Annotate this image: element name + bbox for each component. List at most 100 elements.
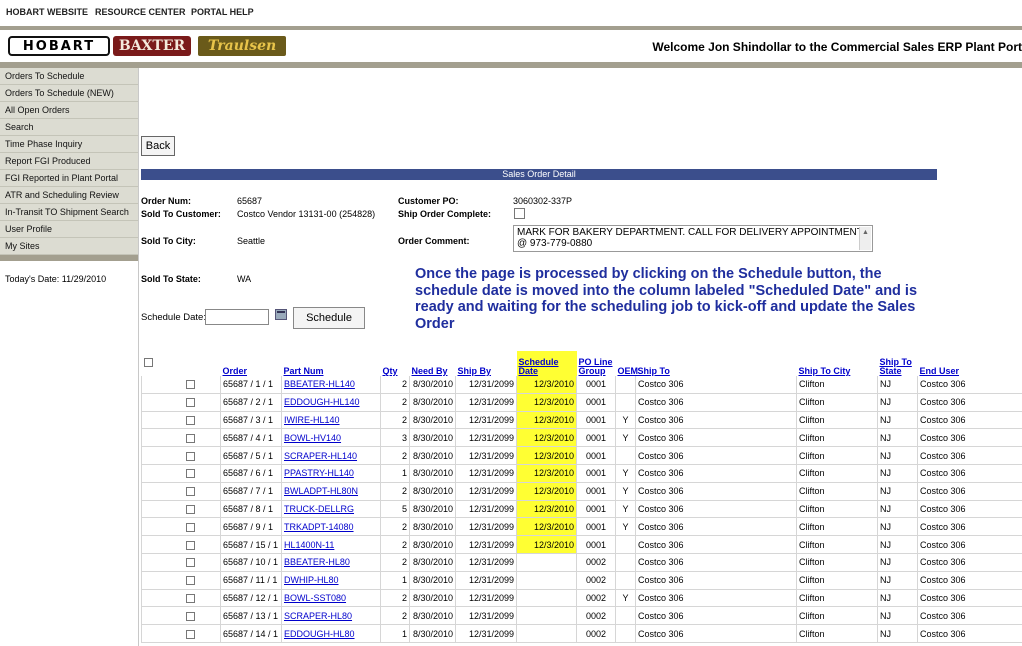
part-num-link[interactable]: BOWL-SST080 [284, 593, 346, 603]
sort-schedule-date-link[interactable]: Schedule Date [519, 357, 559, 376]
nav-link-hobart-website[interactable]: HOBART WEBSITE [6, 7, 88, 17]
sort-ship-to-link[interactable]: Ship To [638, 366, 670, 376]
header-part-num[interactable]: Part Num [282, 351, 381, 376]
part-num-link[interactable]: BBEATER-HL140 [284, 379, 355, 389]
row-ship-to-state: NJ [877, 500, 918, 519]
sidebar-item-fgi-reported[interactable]: FGI Reported in Plant Portal [0, 170, 138, 187]
header-order[interactable]: Order [221, 351, 282, 376]
part-num-link[interactable]: IWIRE-HL140 [284, 415, 340, 425]
header-oem[interactable]: OEM [616, 351, 639, 376]
part-num-link[interactable]: BBEATER-HL80 [284, 557, 350, 567]
sort-oem-link[interactable]: OEM [618, 366, 639, 376]
schedule-button[interactable]: Schedule [293, 307, 365, 329]
row-ship-to: Costco 306 [635, 571, 797, 590]
sort-order-link[interactable]: Order [223, 366, 248, 376]
header-ship-by[interactable]: Ship By [456, 351, 517, 376]
row-select-checkbox[interactable] [186, 594, 195, 604]
header-schedule-date[interactable]: Schedule Date [516, 351, 577, 376]
row-select-checkbox[interactable] [186, 540, 195, 550]
row-select-checkbox[interactable] [186, 380, 195, 390]
sort-ship-by-link[interactable]: Ship By [458, 366, 492, 376]
schedule-date-input[interactable] [205, 309, 269, 325]
row-ship-to: Costco 306 [635, 411, 797, 430]
sort-part-num-link[interactable]: Part Num [284, 366, 324, 376]
part-num-link[interactable]: TRUCK-DELLRG [284, 504, 354, 514]
row-end-user: Costco 306 [917, 411, 1022, 430]
part-num-link[interactable]: SCRAPER-HL80 [284, 611, 352, 621]
row-select-checkbox[interactable] [186, 522, 195, 532]
row-select-checkbox[interactable] [186, 558, 195, 568]
sidebar-item-search[interactable]: Search [0, 119, 138, 136]
sidebar-item-my-sites[interactable]: My Sites [0, 238, 138, 255]
header-ship-to-city[interactable]: Ship To City [797, 351, 878, 376]
sold-to-city-label: Sold To City: [141, 236, 196, 246]
row-ship-to-city: Clifton [796, 482, 878, 501]
row-select-checkbox[interactable] [186, 505, 195, 515]
header-need-by[interactable]: Need By [410, 351, 456, 376]
nav-link-portal-help[interactable]: PORTAL HELP [191, 7, 254, 17]
table-row: 65687 / 7 / 1 BWLADPT-HL80N 2 8/30/2010 12/3… [141, 482, 1022, 501]
sidebar-item-atr-scheduling-review[interactable]: ATR and Scheduling Review [0, 187, 138, 204]
ship-complete-checkbox[interactable] [514, 208, 525, 219]
row-part-num: TRUCK-DELLRG [281, 500, 381, 519]
comment-scrollbar[interactable]: ▲ [859, 227, 871, 250]
sort-end-user-link[interactable]: End User [920, 366, 960, 376]
row-select-checkbox[interactable] [186, 451, 195, 461]
row-po-line-group: 0002 [576, 589, 616, 608]
sold-to-customer-value: Costco Vendor 13131-00 (254828) [237, 209, 376, 219]
row-oem: Y [615, 589, 636, 608]
row-select-checkbox[interactable] [186, 629, 195, 639]
sort-ship-to-state-link[interactable]: Ship To State [880, 357, 912, 376]
sidebar-item-in-transit-search[interactable]: In-Transit TO Shipment Search [0, 204, 138, 221]
row-select-checkbox[interactable] [186, 433, 195, 443]
part-num-link[interactable]: TRKADPT-14080 [284, 522, 354, 532]
row-qty: 2 [380, 393, 410, 412]
calendar-icon[interactable] [275, 309, 287, 320]
sort-po-line-group-link[interactable]: PO Line Group [579, 357, 613, 376]
row-select-checkbox[interactable] [186, 469, 195, 479]
row-need-by: 8/30/2010 [409, 446, 456, 465]
schedule-date-label: Schedule Date: [141, 312, 206, 323]
header-qty[interactable]: Qty [381, 351, 410, 376]
row-select-checkbox[interactable] [186, 576, 195, 586]
row-select-checkbox[interactable] [186, 487, 195, 497]
sidebar-item-report-fgi-produced[interactable]: Report FGI Produced [0, 153, 138, 170]
part-num-link[interactable]: EDDOUGH-HL80 [284, 629, 355, 639]
sidebar-item-user-profile[interactable]: User Profile [0, 221, 138, 238]
sidebar-item-orders-to-schedule-new[interactable]: Orders To Schedule (NEW) [0, 85, 138, 102]
sidebar-item-time-phase-inquiry[interactable]: Time Phase Inquiry [0, 136, 138, 153]
back-button[interactable]: Back [141, 136, 175, 156]
row-select-checkbox[interactable] [186, 416, 195, 426]
row-ship-to-city: Clifton [796, 393, 878, 412]
select-all-checkbox[interactable] [143, 358, 153, 367]
row-need-by: 8/30/2010 [409, 482, 456, 501]
row-ship-to: Costco 306 [635, 535, 797, 554]
part-num-link[interactable]: DWHIP-HL80 [284, 575, 339, 585]
part-num-link[interactable]: BOWL-HV140 [284, 433, 341, 443]
part-num-link[interactable]: PPASTRY-HL140 [284, 468, 354, 478]
header-end-user[interactable]: End User [918, 351, 1022, 376]
section-title-bar: Sales Order Detail [141, 169, 937, 180]
part-num-link[interactable]: SCRAPER-HL140 [284, 451, 357, 461]
row-need-by: 8/30/2010 [409, 428, 456, 448]
part-num-link[interactable]: HL1400N-11 [284, 540, 334, 550]
row-select-checkbox[interactable] [186, 611, 195, 621]
row-ship-by: 12/31/2099 [455, 535, 517, 554]
header-ship-to-state[interactable]: Ship To State [878, 351, 918, 376]
nav-link-resource-center[interactable]: RESOURCE CENTER [95, 7, 186, 17]
part-num-link[interactable]: EDDOUGH-HL140 [284, 397, 360, 407]
row-need-by: 8/30/2010 [409, 376, 456, 394]
row-part-num: BOWL-SST080 [281, 589, 381, 608]
header-ship-to[interactable]: Ship To [636, 351, 797, 376]
row-part-num: BBEATER-HL140 [281, 376, 381, 394]
sidebar-item-all-open-orders[interactable]: All Open Orders [0, 102, 138, 119]
sort-need-by-link[interactable]: Need By [412, 366, 448, 376]
header-po-line-group[interactable]: PO Line Group [577, 351, 616, 376]
sort-ship-to-city-link[interactable]: Ship To City [799, 366, 851, 376]
order-comment-textarea[interactable]: MARK FOR BAKERY DEPARTMENT. CALL FOR DEL… [513, 225, 873, 252]
row-schedule-date: 12/3/2010 [516, 411, 577, 430]
sidebar-item-orders-to-schedule[interactable]: Orders To Schedule [0, 68, 138, 85]
part-num-link[interactable]: BWLADPT-HL80N [284, 486, 358, 496]
sort-qty-link[interactable]: Qty [383, 366, 398, 376]
row-select-checkbox[interactable] [186, 398, 195, 408]
